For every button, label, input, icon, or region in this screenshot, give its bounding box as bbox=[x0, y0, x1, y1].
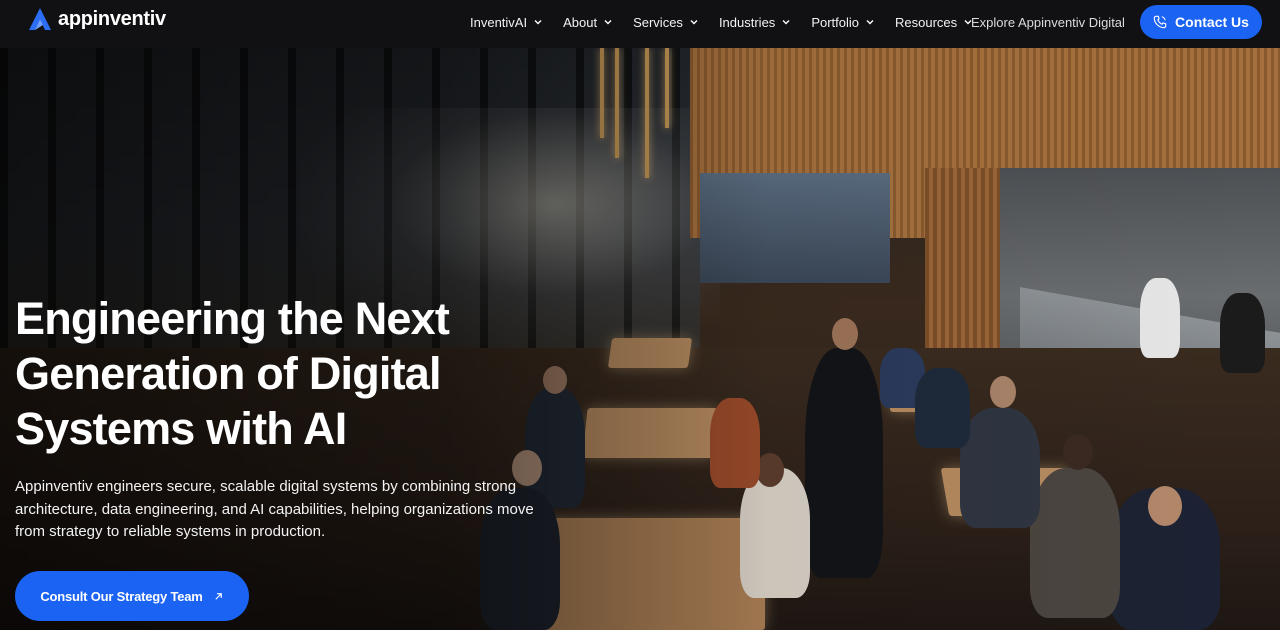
hero-headline: Engineering the Next Generation of Digit… bbox=[15, 291, 535, 456]
contact-us-button[interactable]: Contact Us bbox=[1140, 5, 1262, 39]
nav-item-resources[interactable]: Resources bbox=[895, 15, 973, 30]
appinventiv-logo-icon bbox=[29, 8, 51, 30]
chevron-down-icon bbox=[534, 20, 542, 25]
chevron-down-icon bbox=[690, 20, 698, 25]
brand-logo[interactable]: appinventiv bbox=[26, 4, 166, 34]
cta-label: Consult Our Strategy Team bbox=[40, 588, 203, 604]
consult-strategy-team-button[interactable]: Consult Our Strategy Team bbox=[15, 571, 249, 621]
nav-item-label: Resources bbox=[895, 14, 958, 30]
chevron-down-icon bbox=[866, 20, 874, 25]
headline-line: Systems with AI bbox=[15, 403, 347, 454]
nav-item-label: InventivAI bbox=[470, 14, 528, 30]
headline-line: Engineering the Next bbox=[15, 293, 450, 344]
headline-line: Generation of Digital bbox=[15, 348, 442, 399]
nav-item-label: About bbox=[563, 14, 598, 30]
nav-item-portfolio[interactable]: Portfolio bbox=[811, 15, 875, 30]
chevron-down-icon bbox=[604, 20, 612, 25]
arrow-up-right-icon bbox=[215, 592, 222, 600]
nav-item-label: Industries bbox=[718, 14, 776, 30]
nav-item-inventivai[interactable]: InventivAI bbox=[470, 15, 543, 30]
nav-item-about[interactable]: About bbox=[563, 15, 613, 30]
chevron-down-icon bbox=[782, 20, 790, 25]
brand-name: appinventiv bbox=[58, 7, 166, 30]
nav-item-services[interactable]: Services bbox=[633, 15, 699, 30]
phone-icon bbox=[1153, 15, 1167, 29]
hero-description: Appinventiv engineers secure, scalable d… bbox=[15, 478, 534, 540]
main-nav: InventivAI About Services Industries Por… bbox=[470, 0, 993, 44]
nav-item-label: Portfolio bbox=[811, 14, 860, 30]
explore-digital-link[interactable]: Explore Appinventiv Digital bbox=[971, 15, 1125, 30]
site-header: appinventiv InventivAI About Services In… bbox=[0, 0, 1280, 48]
nav-item-industries[interactable]: Industries bbox=[719, 15, 791, 30]
nav-item-label: Services bbox=[633, 14, 683, 30]
contact-us-label: Contact Us bbox=[1175, 14, 1249, 30]
